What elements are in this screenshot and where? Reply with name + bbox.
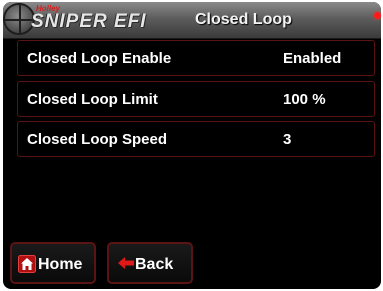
back-arrow-icon <box>117 255 135 276</box>
home-button-label: Home <box>38 256 83 273</box>
device-screen: Holley SNIPER EFI Closed Loop Closed Loo… <box>3 2 381 289</box>
status-indicator-icon <box>374 12 381 19</box>
page-title: Closed Loop <box>195 11 292 28</box>
setting-value: 3 <box>283 131 292 148</box>
setting-row-speed[interactable]: Closed Loop Speed 3 <box>17 121 375 157</box>
back-button-label: Back <box>135 256 174 273</box>
setting-label: Closed Loop Limit <box>27 91 158 108</box>
setting-label: Closed Loop Enable <box>27 50 172 67</box>
home-icon <box>18 255 36 278</box>
setting-row-limit[interactable]: Closed Loop Limit 100 % <box>17 81 375 117</box>
setting-row-enable[interactable]: Closed Loop Enable Enabled <box>17 40 375 76</box>
setting-label: Closed Loop Speed <box>27 131 168 148</box>
header-bar: Holley SNIPER EFI Closed Loop <box>3 2 381 39</box>
setting-value: Enabled <box>283 50 342 67</box>
home-button[interactable]: Home <box>10 242 96 284</box>
back-button[interactable]: Back <box>107 242 193 284</box>
brand-logo: SNIPER EFI <box>31 11 147 32</box>
setting-value: 100 % <box>283 91 326 108</box>
